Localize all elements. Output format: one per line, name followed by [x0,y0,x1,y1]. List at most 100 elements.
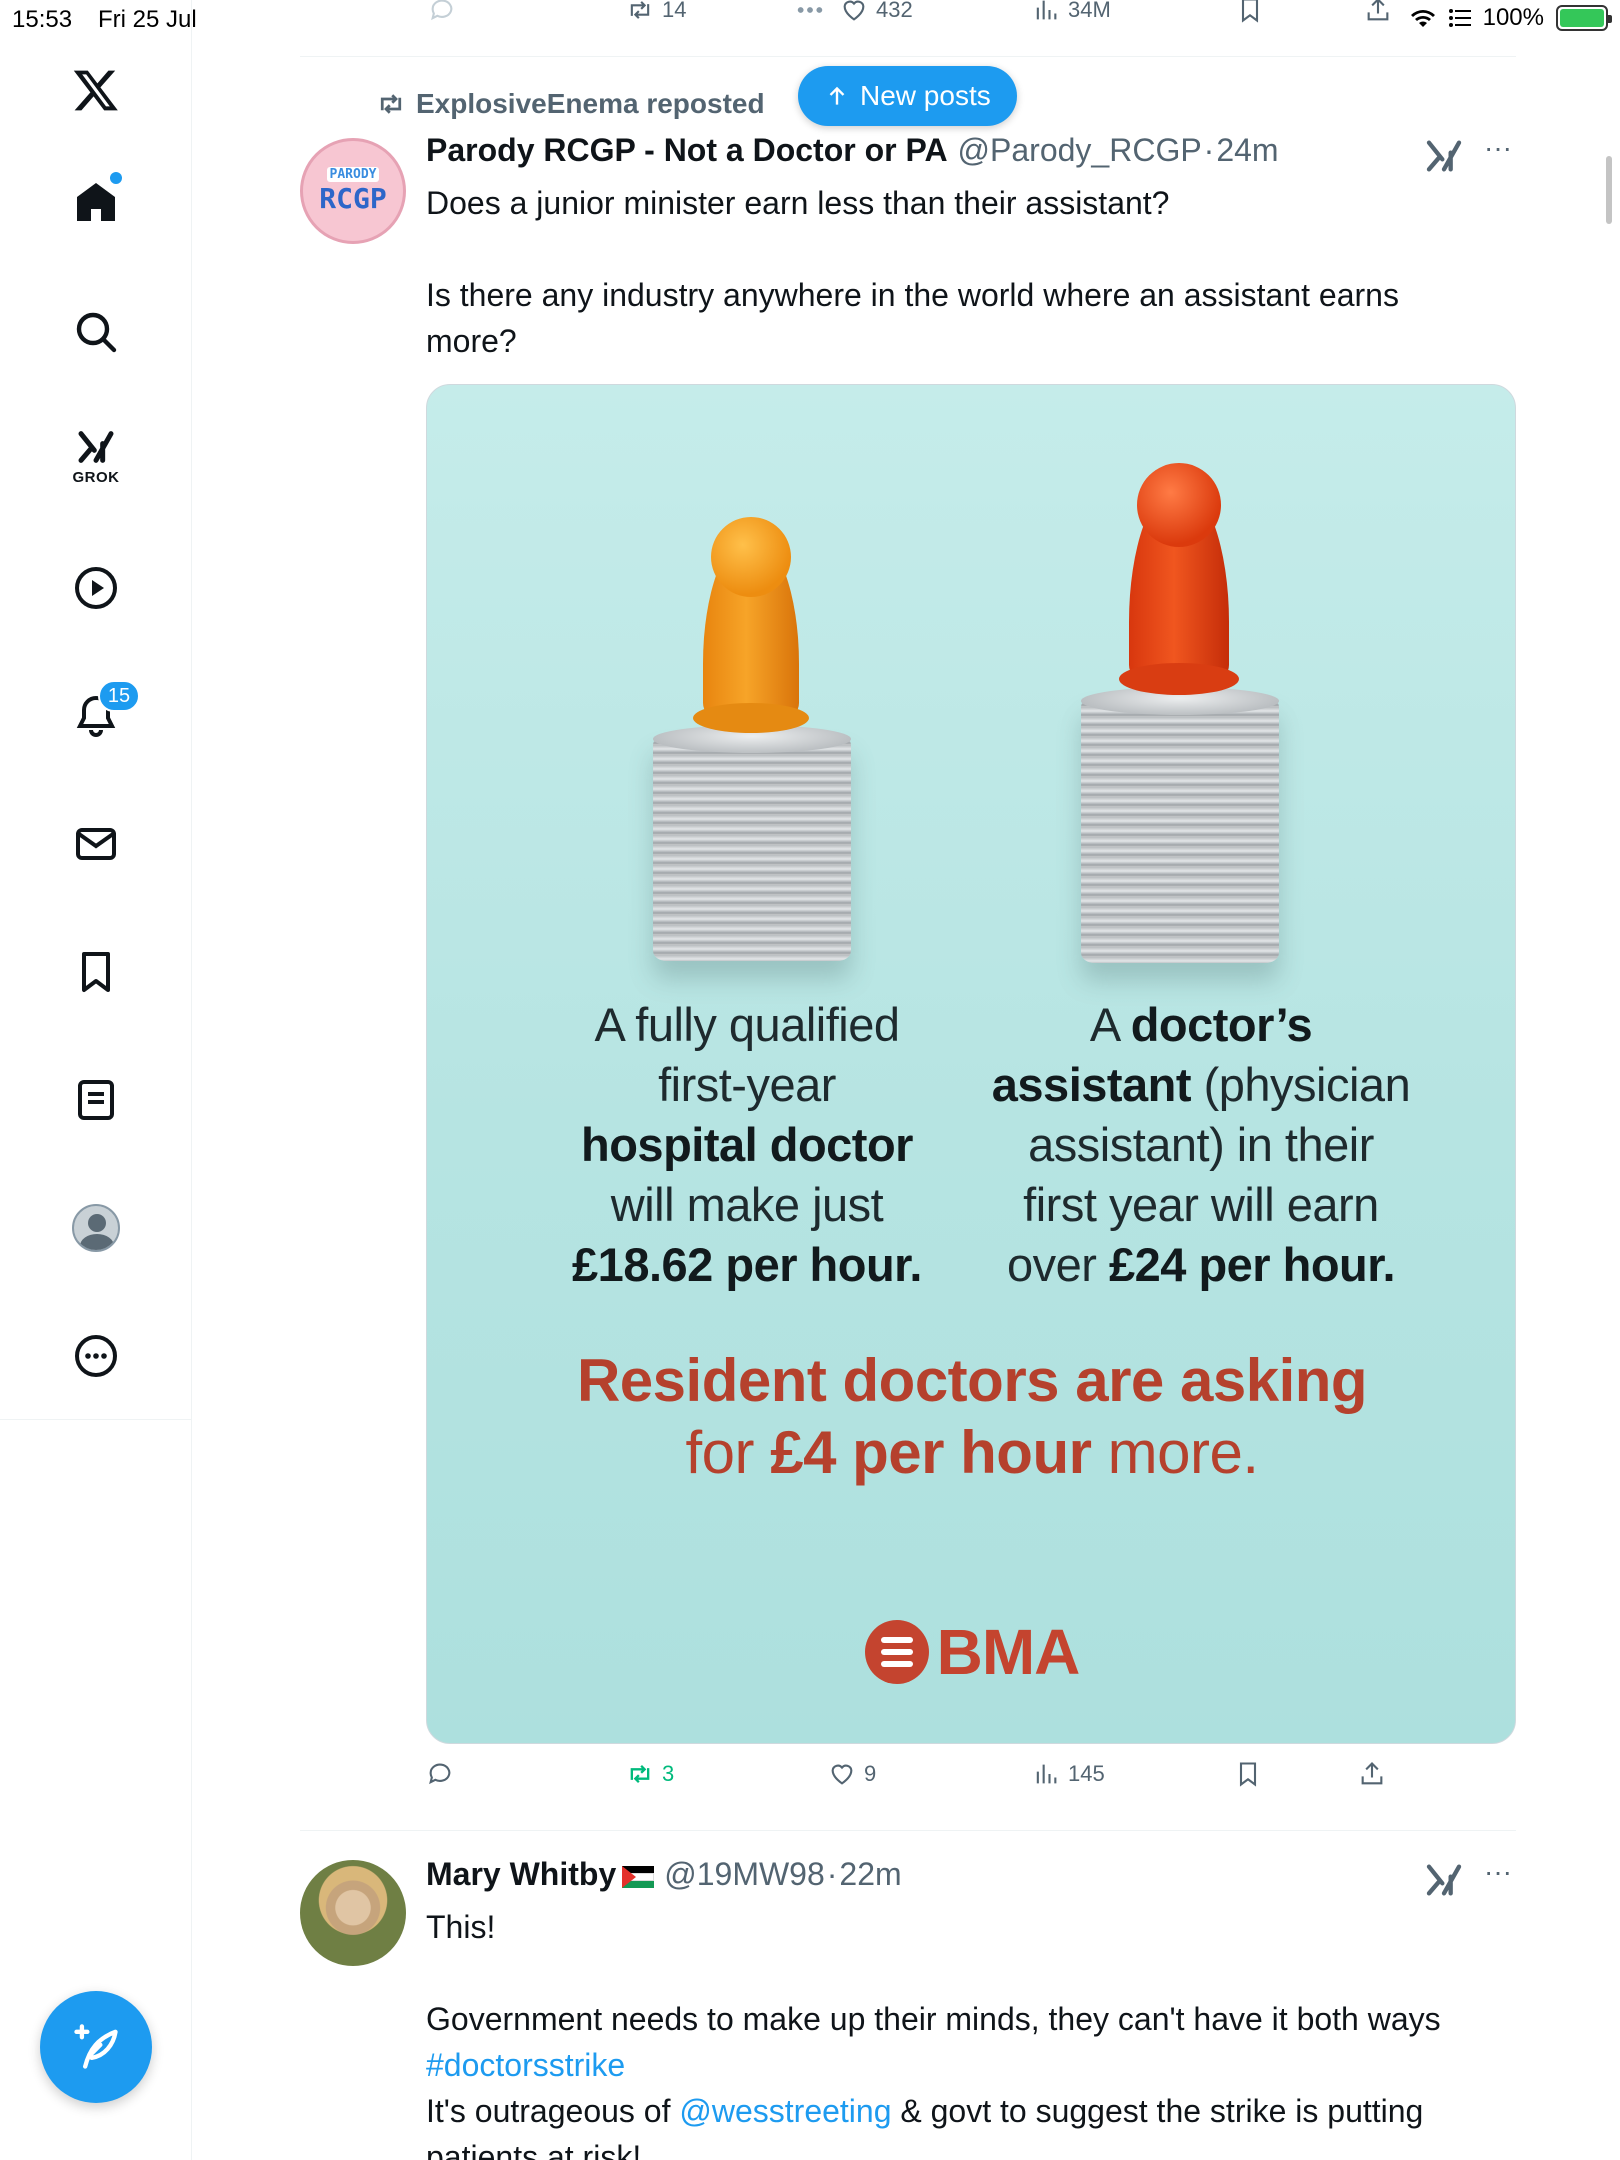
media-left-line-bold: hospital doctor [537,1115,957,1175]
previous-post-actions: 14 432 34M [300,0,1516,40]
media-left-line: first-year [658,1058,836,1111]
new-posts-button[interactable]: New posts [798,66,1017,126]
media-right-text: A doctor’s assistant (physician assistan… [971,995,1431,1295]
share-button[interactable] [1358,1760,1386,1788]
more-icon [75,1335,117,1377]
repost-indicator[interactable]: ExplosiveEnema reposted [376,88,765,120]
coin-stack-left [653,735,851,961]
reply-icon [431,0,453,21]
post-header: Mary Whitby @19MW98 · 22m [426,1856,902,1893]
media-headline: Resident doctors are asking for £4 per h… [427,1345,1515,1489]
media-right-bold: £24 per hour. [1108,1238,1396,1291]
post-text: Does a junior minister earn less than th… [426,180,1516,364]
author-name[interactable]: Parody RCGP - Not a Doctor or PA [426,132,948,169]
views-button[interactable]: 145 [1032,1760,1105,1788]
avatar[interactable]: PARODY RCGP [300,138,406,244]
views-count: 34M [1068,0,1111,22]
post-time[interactable]: 24m [1216,132,1278,169]
post-header: Parody RCGP - Not a Doctor or PA @Parody… [426,132,1279,169]
nav-grok[interactable]: GROK [56,416,136,496]
like-button[interactable]: 9 [828,1760,876,1788]
media-right-bold: assistant [991,1058,1192,1111]
home-icon [77,183,115,221]
post-text-part: & govt to suggest the strike is putting [891,2093,1424,2129]
author-name-text: Mary Whitby [426,1856,617,1892]
author-name[interactable]: Mary Whitby [426,1856,655,1893]
nav-more[interactable] [56,1316,136,1396]
grok-icon[interactable] [1424,1860,1464,1900]
post-text-line: Government needs to make up their minds,… [426,2001,1441,2037]
post-text-line: Does a junior minister earn less than th… [426,185,1170,221]
hashtag-link[interactable]: #doctorsstrike [426,2042,1516,2088]
bma-logo-text: BMA [936,1616,1081,1688]
post-text: This! Government needs to make up their … [426,1904,1516,2160]
nav-bookmarks[interactable] [56,932,136,1012]
views-button[interactable]: 34M [1032,0,1111,24]
sidebar: GROK 15 [0,0,192,2160]
media-right-part: over [1006,1238,1109,1291]
share-icon [1361,1762,1383,1785]
share-button[interactable] [1364,0,1392,24]
repost-button[interactable]: 3 [626,1760,674,1788]
x-logo-svg [73,70,118,111]
arrow-up-icon [829,86,845,105]
nav-home[interactable] [56,162,136,242]
grok-icon [78,430,114,463]
scrollbar[interactable] [1606,156,1612,224]
nav-search[interactable] [56,292,136,372]
search-icon [76,312,117,353]
repost-button[interactable]: 14 [626,0,686,24]
grok-icon[interactable] [1424,136,1464,176]
bookmark-icon [1239,1762,1257,1787]
bookmark-icon [82,952,110,992]
media-left-line: will make just [610,1178,884,1231]
like-button[interactable]: 432 [788,0,913,24]
media-headline-line: for £4 per hour more. [427,1417,1515,1489]
post-text-line: This! [426,1909,496,1945]
post-text-line: Is there any industry anywhere in the wo… [426,277,1399,359]
compose-button[interactable] [40,1991,152,2103]
coin-stack-right [1081,697,1279,963]
nav-lists[interactable] [56,1060,136,1140]
like-count: 432 [876,0,913,22]
author-handle[interactable]: @19MW98 [664,1856,825,1893]
avatar[interactable] [300,1860,406,1966]
new-posts-label: New posts [860,80,991,111]
post-text-line: It's outrageous of @wesstreeting & govt … [426,2088,1516,2134]
repost-icon [380,94,402,114]
mention-link[interactable]: @wesstreeting [679,2093,891,2129]
media-right-line: assistant) in their [1028,1118,1374,1171]
red-pawn-base [1119,663,1239,695]
x-logo-icon[interactable] [56,50,136,130]
media-headline-bold: £4 per hour [770,1419,1092,1486]
media-left-line-bold: £18.62 per hour. [537,1235,957,1295]
grok-label: GROK [72,468,120,486]
bookmark-button[interactable] [1236,0,1264,24]
author-handle[interactable]: @Parody_RCGP [958,132,1202,169]
bookmark-button[interactable] [1234,1760,1262,1788]
nav-profile[interactable] [56,1188,136,1268]
red-pawn-head [1137,463,1221,547]
reply-button[interactable] [428,0,456,24]
reply-button[interactable] [426,1760,454,1788]
like-count: 9 [864,1761,877,1786]
profile-icon [72,1204,120,1252]
media-right-bold: doctor’s [1130,998,1313,1051]
nav-messages[interactable] [56,804,136,884]
post-text-part: It's outrageous of [426,2093,680,2129]
battery-icon [1556,5,1612,31]
sidebar-divider [0,1419,192,1420]
media-right-line: over £24 per hour. [971,1235,1431,1295]
post-separator [300,56,1516,57]
post-more-button[interactable]: ··· [1480,1858,1516,1902]
nav-notifications[interactable]: 15 [56,676,140,756]
bma-logo-icon [864,1620,929,1684]
post-more-button[interactable]: ··· [1480,134,1516,178]
mail-icon [76,828,116,860]
media-left-bold: hospital doctor [581,1118,913,1171]
nav-video[interactable] [56,548,136,628]
post-image[interactable]: A fully qualified first-year hospital do… [426,384,1516,1744]
post-time[interactable]: 22m [839,1856,901,1893]
orange-pawn-head [711,517,791,597]
media-right-line: assistant (physician [971,1055,1431,1115]
